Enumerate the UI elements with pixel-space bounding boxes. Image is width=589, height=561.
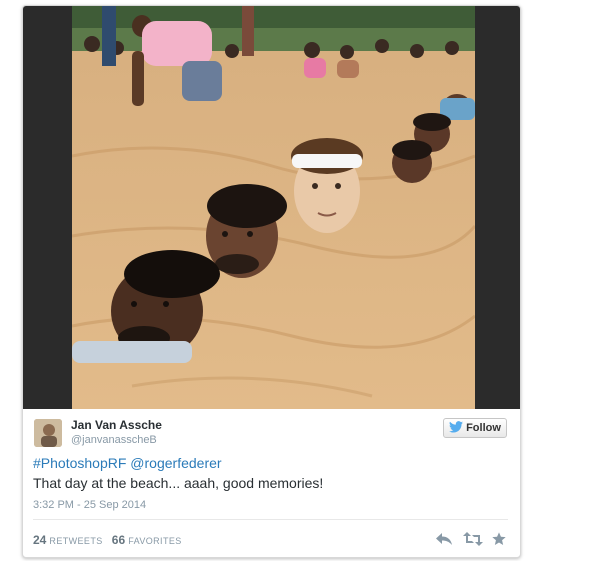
tweet-timestamp[interactable]: 3:32 PM - 25 Sep 2014 [33,499,146,511]
hashtag-link[interactable]: #PhotoshopRF [33,455,126,471]
retweets-label[interactable]: RETWEETS [49,536,102,546]
divider [33,519,508,520]
follow-button[interactable]: Follow [443,418,507,438]
display-name[interactable]: Jan Van Assche [71,418,162,432]
embedded-tweet-card: Jan Van Assche @janvanasscheB Follow #Ph… [22,5,521,558]
twitter-bird-icon [449,420,464,436]
favorites-label[interactable]: FAVORITES [128,536,181,546]
favorite-star-icon[interactable] [491,531,509,547]
avatar[interactable] [34,419,62,447]
screen-name[interactable]: @janvanasscheB [71,434,157,446]
reply-icon[interactable] [435,531,453,547]
beach-photo[interactable] [72,6,475,409]
favorites-count[interactable]: 66 [112,533,125,547]
tweet-body: That day at the beach... aaah, good memo… [33,475,324,491]
tweet-actions [435,530,509,548]
follow-button-label: Follow [466,422,501,434]
tweet-media[interactable] [23,6,520,409]
tweet-stats: 24 RETWEETS 66 FAVORITES [33,533,182,547]
retweets-count[interactable]: 24 [33,533,46,547]
retweet-icon[interactable] [463,531,483,547]
tweet-text: #PhotoshopRF @rogerfederer That day at t… [33,453,503,493]
mention-link[interactable]: @rogerfederer [130,455,221,471]
